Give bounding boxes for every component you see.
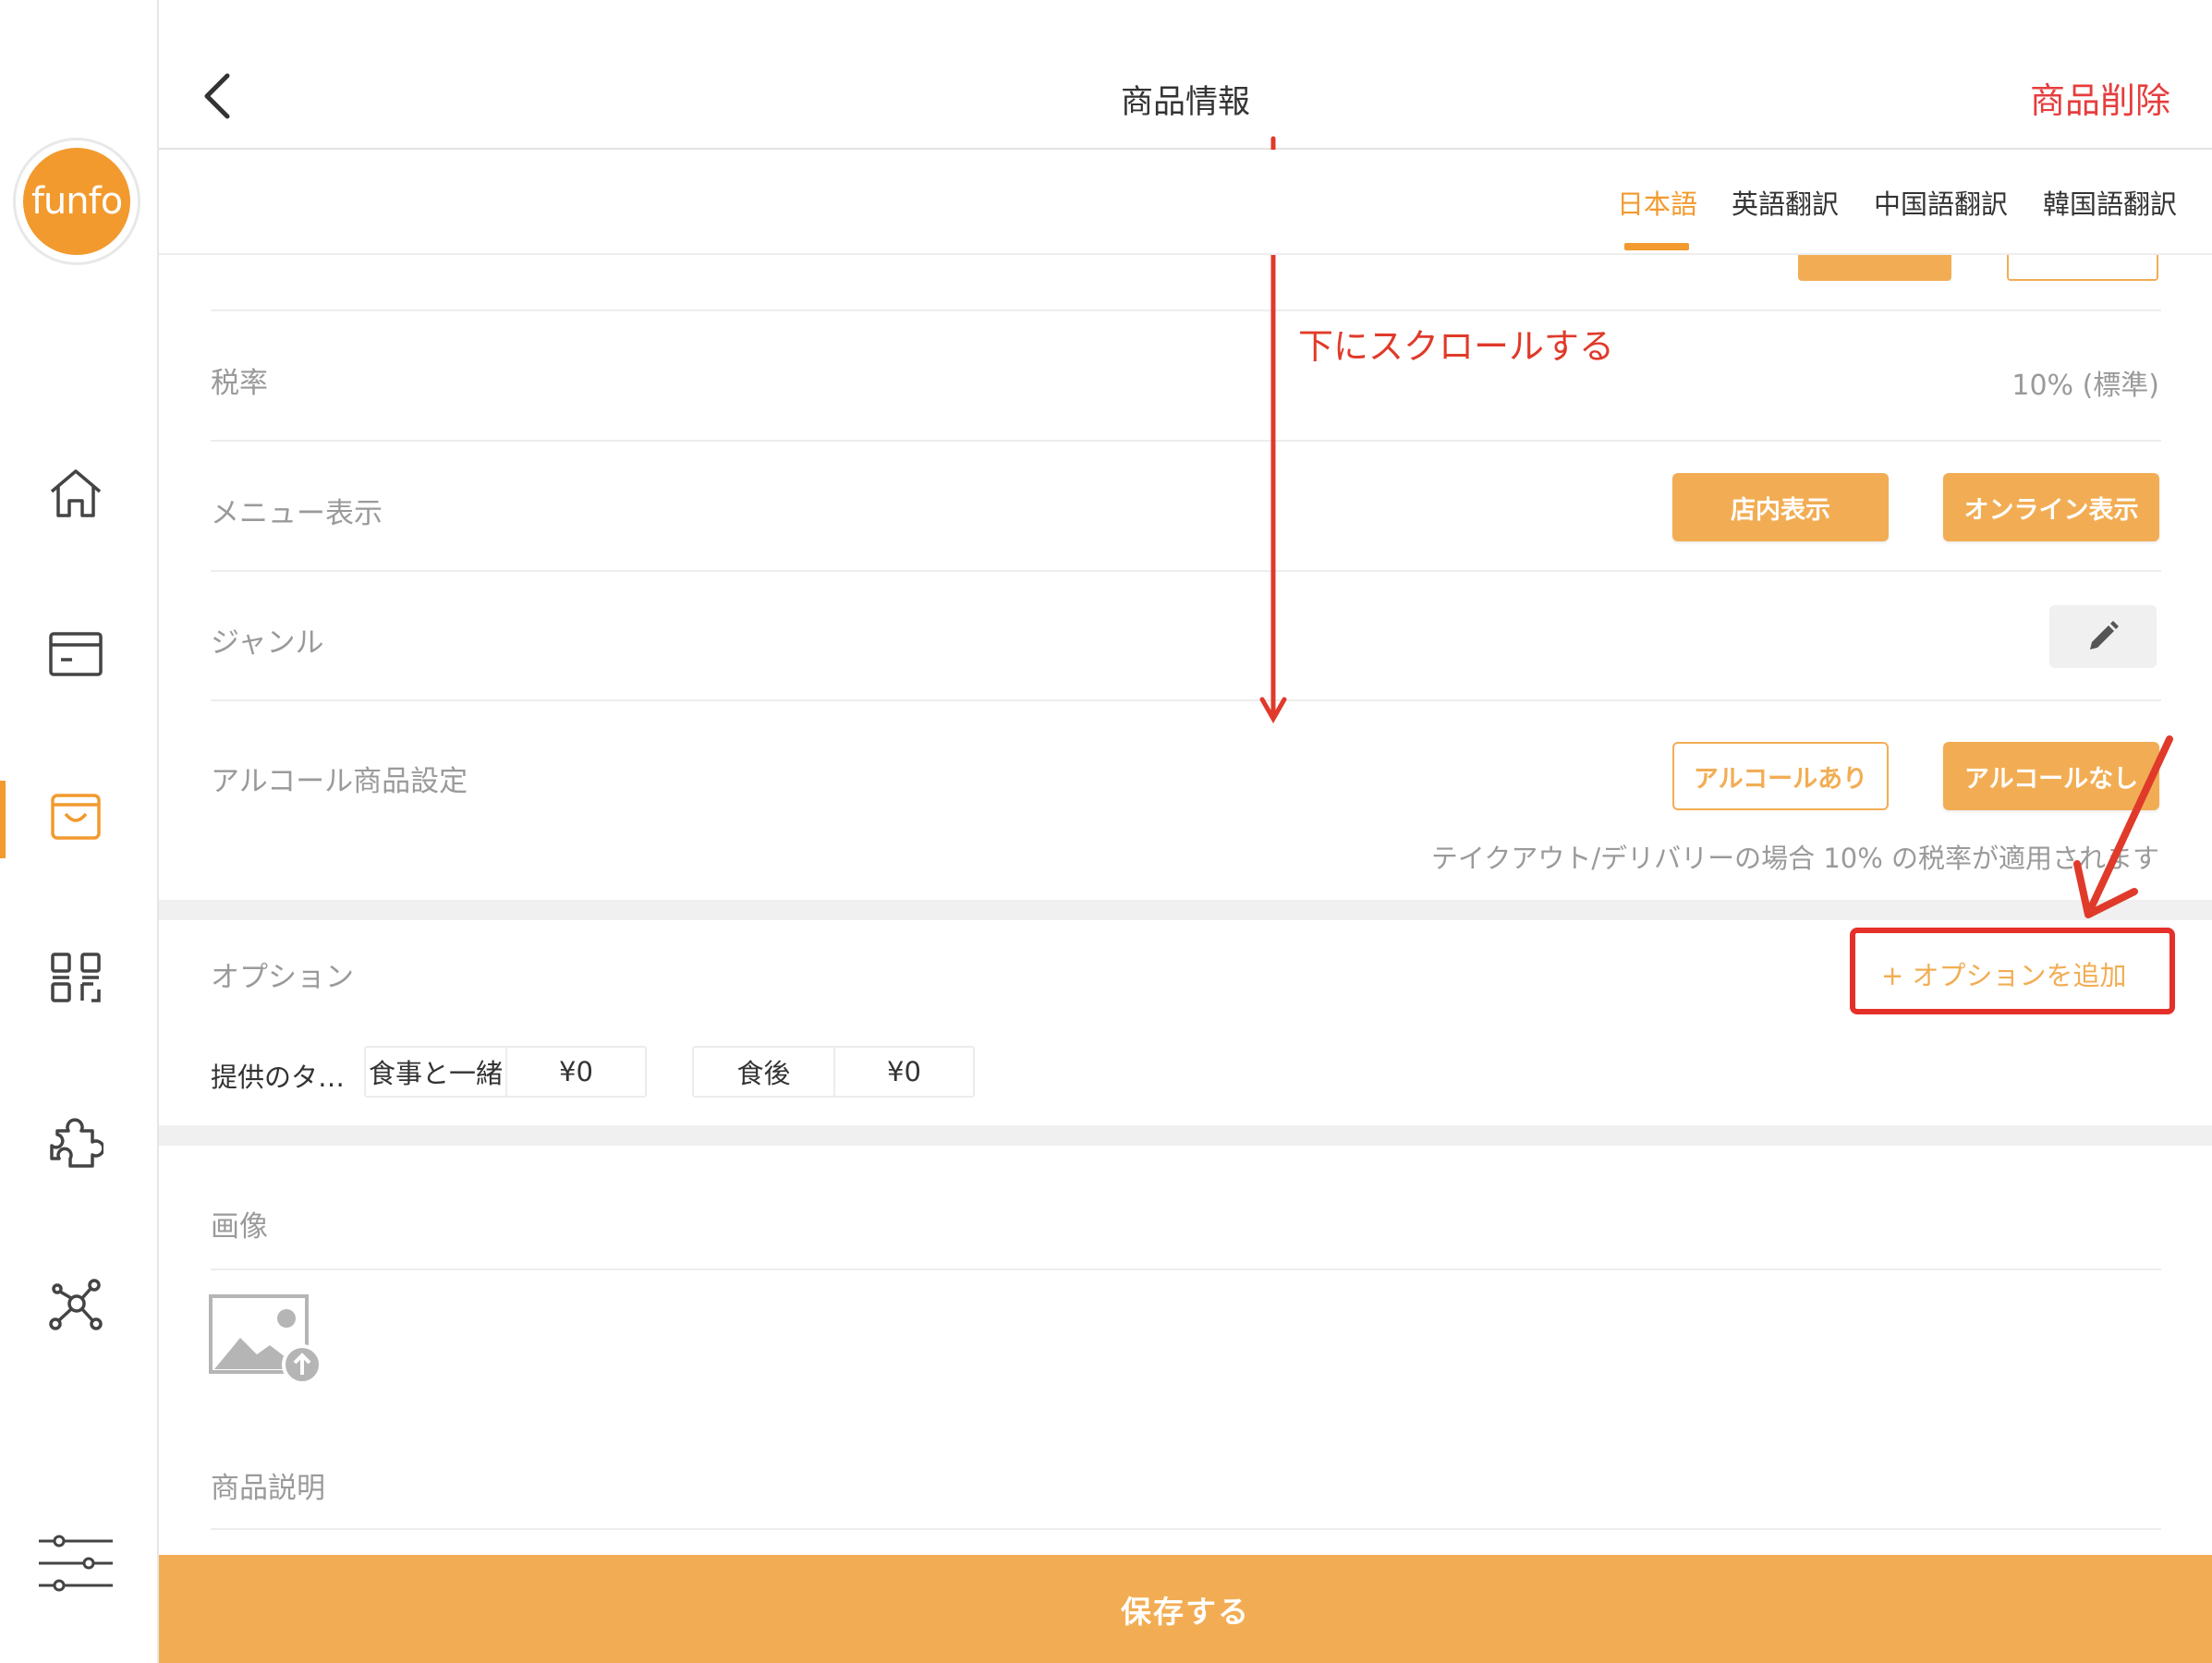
page-title: 商品情報 <box>1120 84 1250 121</box>
tab-japanese[interactable]: 日本語 <box>1617 183 1697 222</box>
with-alcohol-button[interactable]: アルコールあり <box>1672 742 1889 810</box>
logo-text: funfo <box>23 148 130 255</box>
menu-display-label: メニュー表示 <box>211 497 383 530</box>
home-icon[interactable] <box>43 460 109 527</box>
highlight-box-annotation <box>1850 928 2175 1014</box>
image-upload-icon[interactable] <box>209 1293 323 1386</box>
funfo-logo[interactable]: funfo <box>13 138 140 265</box>
sidebar: funfo <box>0 0 159 1663</box>
divider <box>211 440 2161 442</box>
tax-label: 税率 <box>211 367 268 400</box>
qr-code-icon[interactable] <box>43 944 109 1011</box>
description-label: 商品説明 <box>211 1472 325 1505</box>
options-label: オプション <box>211 961 354 994</box>
genre-edit-button[interactable] <box>2049 605 2157 668</box>
divider <box>211 570 2161 572</box>
option-choice-price: ¥0 <box>887 1056 921 1087</box>
puzzle-icon[interactable] <box>43 1109 109 1175</box>
alcohol-setting-label: アルコール商品設定 <box>211 765 468 798</box>
tax-value[interactable]: 10% (標準) <box>2011 362 2159 403</box>
section-separator <box>159 900 2212 920</box>
active-nav-indicator <box>0 781 6 858</box>
option-choice-name: 食後 <box>694 1048 835 1096</box>
sliders-icon[interactable] <box>37 1530 115 1596</box>
image-label: 画像 <box>211 1210 268 1244</box>
option-choice-name: 食事と一緒 <box>366 1048 507 1096</box>
delete-product-button[interactable]: 商品削除 <box>2030 72 2170 123</box>
language-tabs: 日本語 英語翻訳 中国語翻訳 韓国語翻訳 <box>159 150 2212 255</box>
option-group-title[interactable]: 提供のタ… <box>211 1056 345 1095</box>
scroll-arrow-head <box>1259 697 1287 724</box>
divider <box>211 310 2161 311</box>
page-header: 商品情報 商品削除 <box>159 0 2212 150</box>
save-button[interactable]: 保存する <box>159 1555 2212 1663</box>
scroll-down-annotation: 下にスクロールする <box>1298 326 1615 367</box>
divider <box>211 1528 2161 1530</box>
divider <box>211 699 2161 701</box>
store-display-button[interactable]: 店内表示 <box>1672 473 1889 541</box>
pencil-icon <box>2090 621 2119 649</box>
shopping-bag-icon[interactable] <box>43 782 109 848</box>
without-alcohol-button[interactable]: アルコールなし <box>1943 742 2159 810</box>
online-display-button[interactable]: オンライン表示 <box>1943 473 2159 541</box>
option-choice[interactable]: 食事と一緒 ¥0 <box>364 1046 647 1098</box>
tax-note: テイクアウト/デリバリーの場合 10% の税率が適用されます <box>1430 843 2159 874</box>
network-icon[interactable] <box>43 1271 109 1338</box>
tab-korean[interactable]: 韓国語翻訳 <box>2043 183 2177 222</box>
genre-label: ジャンル <box>211 626 324 660</box>
register-icon[interactable] <box>43 621 109 687</box>
option-choice[interactable]: 食後 ¥0 <box>692 1046 975 1098</box>
divider <box>211 1268 2161 1270</box>
tab-english[interactable]: 英語翻訳 <box>1732 183 1839 222</box>
section-separator <box>159 1125 2212 1146</box>
option-choice-price: ¥0 <box>559 1056 593 1087</box>
tab-chinese[interactable]: 中国語翻訳 <box>1874 183 2008 222</box>
active-tab-underline <box>1624 243 1689 250</box>
